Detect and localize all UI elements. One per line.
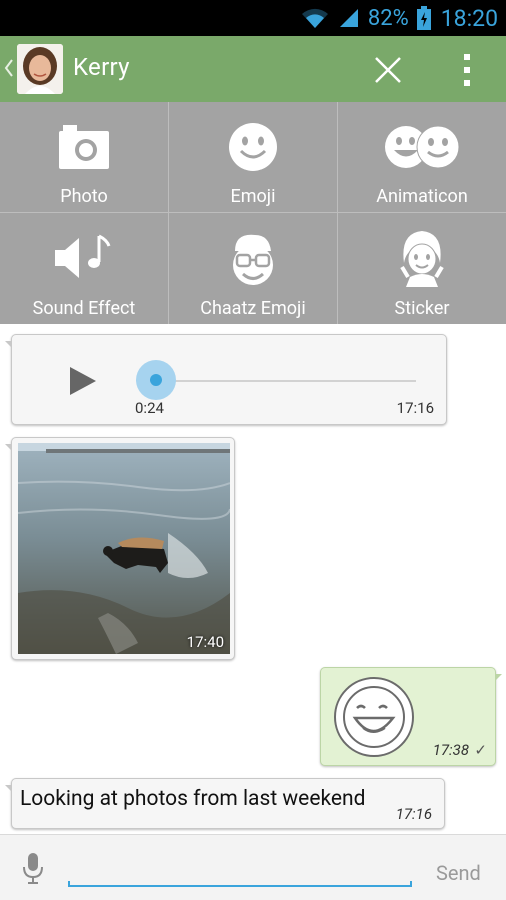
- attach-photo-button[interactable]: Photo: [0, 102, 168, 212]
- text-message-bubble: Looking at photos from last weekend 17:1…: [5, 778, 445, 829]
- avatar[interactable]: [17, 44, 63, 94]
- signal-icon: [338, 7, 360, 29]
- status-bar: 82% 18:20: [0, 0, 506, 36]
- animaticon-icon: [384, 118, 460, 176]
- attach-label: Animaticon: [376, 186, 468, 207]
- attach-label: Emoji: [230, 186, 276, 207]
- attach-label: Sound Effect: [32, 298, 136, 319]
- attach-label: Sticker: [394, 298, 450, 319]
- attach-sound-effect-button[interactable]: Sound Effect: [0, 213, 168, 324]
- attach-animaticon-button[interactable]: Animaticon: [338, 102, 506, 212]
- sticker-message-bubble: 17:38 ✓: [320, 667, 502, 766]
- camera-icon: [57, 118, 111, 176]
- microphone-icon[interactable]: [22, 851, 44, 885]
- sent-check-icon: ✓: [474, 741, 487, 759]
- attach-chaatz-emoji-button[interactable]: Chaatz Emoji: [169, 213, 337, 324]
- attach-emoji-button[interactable]: Emoji: [169, 102, 337, 212]
- overflow-menu-icon[interactable]: [458, 52, 476, 88]
- message-time: 17:16: [396, 399, 434, 417]
- attach-label: Chaatz Emoji: [200, 298, 306, 319]
- audio-message-bubble: 0:24 17:16: [5, 334, 447, 425]
- send-button[interactable]: Send: [436, 861, 481, 885]
- attach-sticker-button[interactable]: Sticker: [338, 213, 506, 324]
- chaatz-face-icon: [229, 229, 277, 287]
- laughing-emoji-sticker[interactable]: [333, 676, 415, 758]
- photo-message-bubble: 17:40: [5, 437, 235, 660]
- composer-bar: Send: [0, 834, 506, 900]
- close-icon[interactable]: [372, 54, 404, 86]
- message-time: 17:38: [432, 741, 469, 759]
- audio-progress-track[interactable]: [162, 380, 416, 382]
- contact-name[interactable]: Kerry: [73, 53, 130, 81]
- audio-scrubber-handle[interactable]: [136, 360, 176, 400]
- back-chevron-icon[interactable]: [4, 58, 14, 78]
- attach-label: Photo: [60, 186, 108, 207]
- smiley-icon: [227, 118, 279, 176]
- message-text: Looking at photos from last weekend: [20, 787, 366, 811]
- wifi-icon: [300, 6, 330, 30]
- sticker-girl-icon: [398, 229, 446, 287]
- message-list[interactable]: 0:24 17:16 17:40 17:38 ✓ Looking at phot…: [0, 324, 506, 834]
- message-time: 17:16: [395, 805, 432, 823]
- battery-icon: [416, 6, 431, 30]
- speaker-music-icon: [53, 229, 115, 287]
- shared-photo[interactable]: 17:40: [18, 443, 230, 654]
- battery-percent: 82%: [367, 5, 409, 31]
- chat-header: Kerry: [0, 36, 506, 102]
- audio-elapsed: 0:24: [135, 399, 164, 417]
- message-time: 17:40: [186, 633, 224, 651]
- status-time: 18:20: [440, 4, 498, 32]
- attachment-panel: Photo Emoji Animaticon Sound Effect Chaa…: [0, 102, 506, 324]
- play-icon[interactable]: [68, 365, 98, 397]
- message-input[interactable]: [68, 881, 412, 887]
